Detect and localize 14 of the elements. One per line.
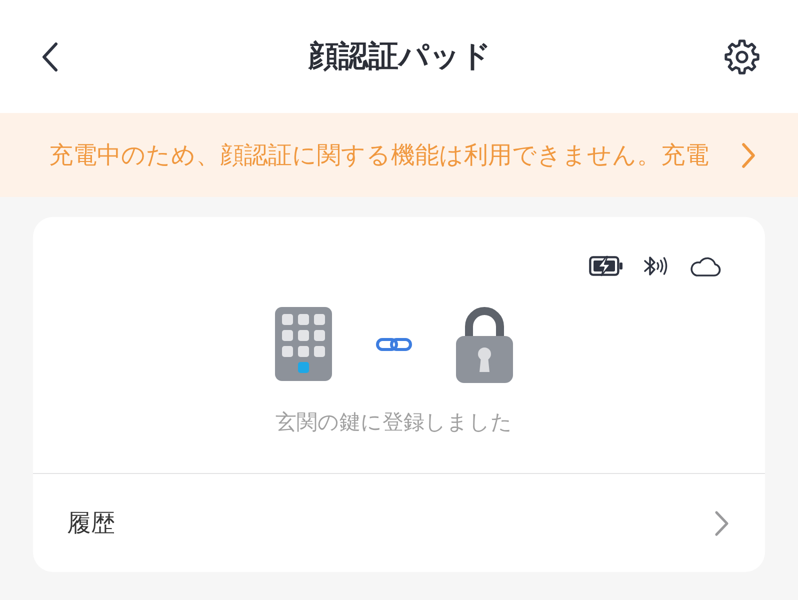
link-icon [376, 338, 412, 350]
chevron-right-icon [714, 510, 730, 536]
history-row[interactable]: 履歴 [33, 474, 765, 572]
chevron-left-icon[interactable] [40, 40, 60, 72]
battery-charging-icon [589, 255, 623, 277]
registration-status-text: 玄関の鍵に登録しました [276, 410, 512, 434]
padlock-icon [456, 305, 513, 383]
chevron-right-icon [741, 142, 756, 168]
cloud-icon [689, 256, 721, 276]
settings-icon[interactable] [724, 38, 760, 74]
notice-text: 充電中のため、顔認証に関する機能は利用できません。充電 [49, 140, 709, 170]
keypad-icon [275, 307, 332, 381]
page-title: 顔認証パッド [308, 38, 492, 74]
bluetooth-icon [643, 255, 669, 277]
